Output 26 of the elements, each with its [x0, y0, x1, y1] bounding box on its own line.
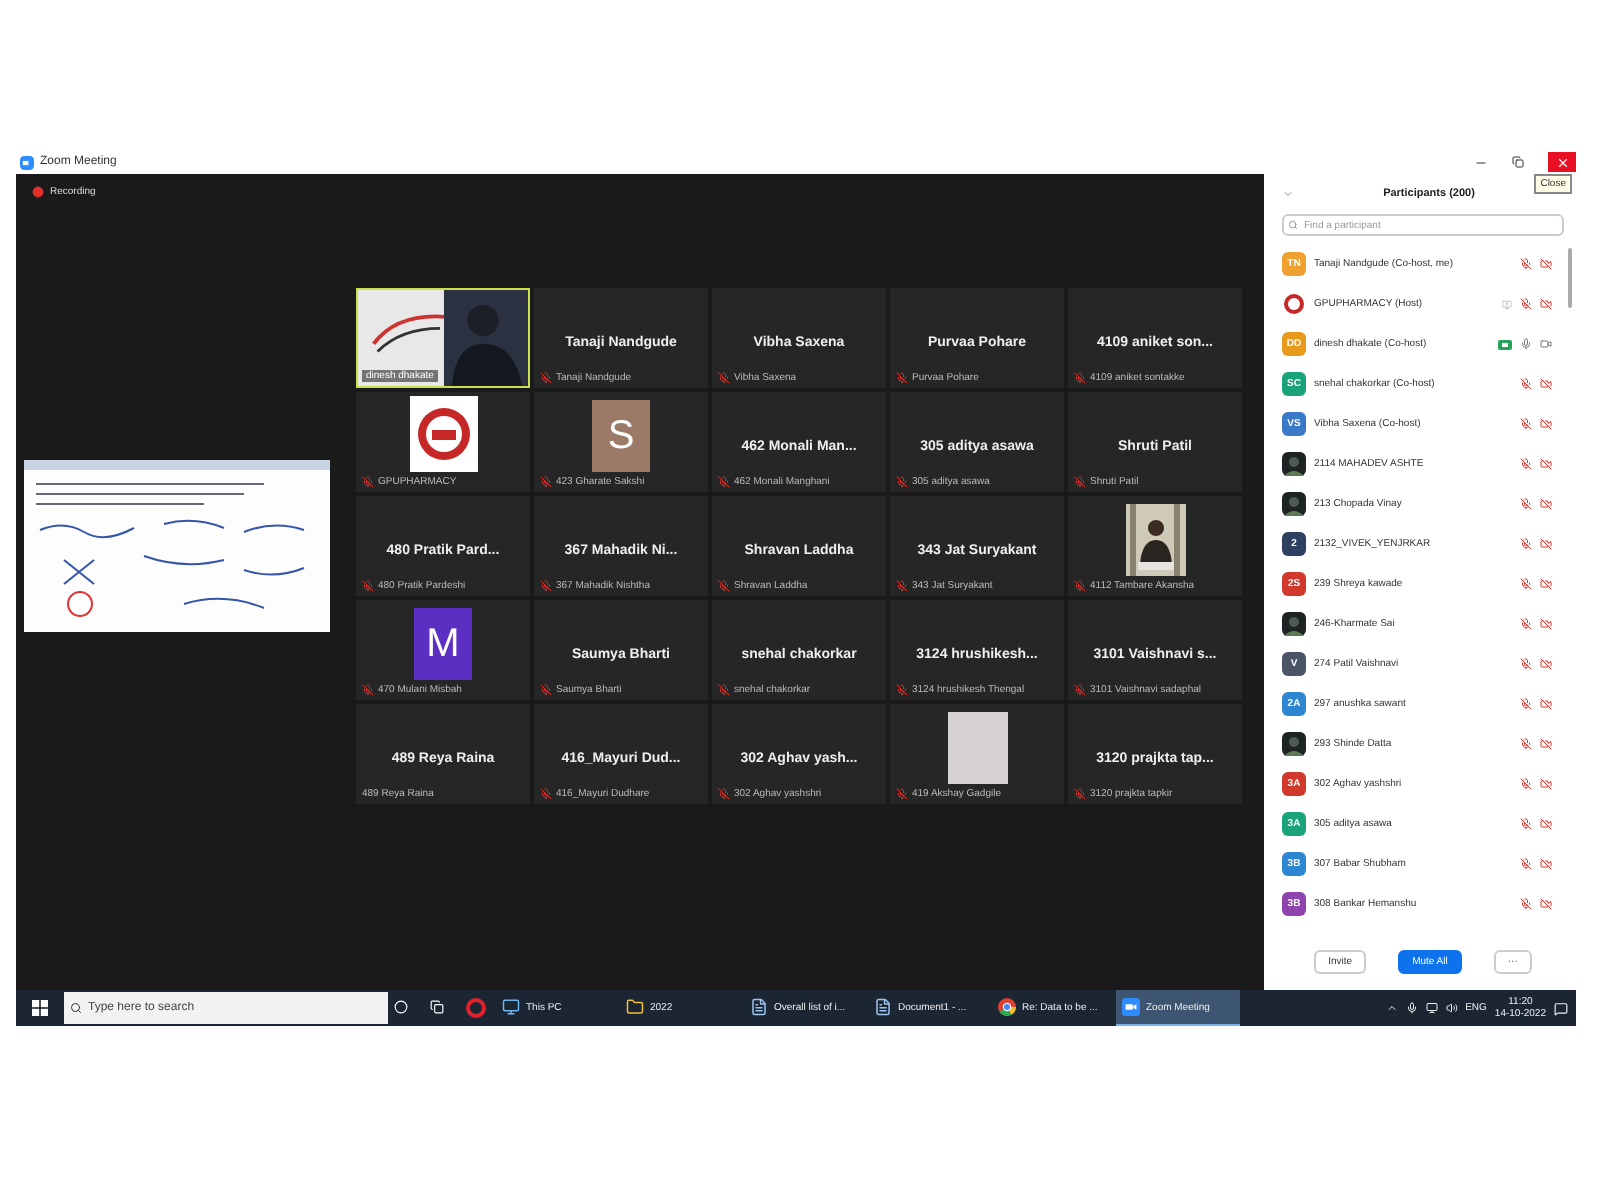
windows-icon[interactable]: [32, 1000, 48, 1016]
record-icon: [32, 186, 44, 198]
avatar: S: [592, 400, 650, 472]
close-icon: [1555, 155, 1569, 169]
avatar: M: [414, 608, 472, 680]
opera-icon: [466, 997, 486, 1017]
document-icon: [750, 998, 768, 1016]
chevron-up-icon: [1385, 1002, 1398, 1014]
video-camera-icon: [1122, 998, 1140, 1016]
video-status-icon: [1498, 339, 1512, 349]
chrome-icon: [998, 998, 1016, 1016]
circle-icon[interactable]: [394, 1000, 408, 1014]
document-icon: [874, 998, 892, 1016]
search-icon: [1288, 220, 1298, 230]
mic-icon: [1405, 1002, 1418, 1014]
speaker-icon: [1445, 1002, 1458, 1014]
network-icon: [1425, 1002, 1438, 1014]
search-icon: [70, 1002, 82, 1014]
restore-icon[interactable]: [1512, 156, 1524, 168]
blank-video-frame: [947, 712, 1007, 784]
computer-icon: [502, 998, 520, 1016]
notification-icon[interactable]: [1554, 1001, 1568, 1015]
close-button[interactable]: [1548, 152, 1576, 172]
folder-icon: [626, 998, 644, 1016]
task-view-icon[interactable]: [430, 1000, 444, 1014]
scrollbar[interactable]: [1568, 248, 1572, 308]
